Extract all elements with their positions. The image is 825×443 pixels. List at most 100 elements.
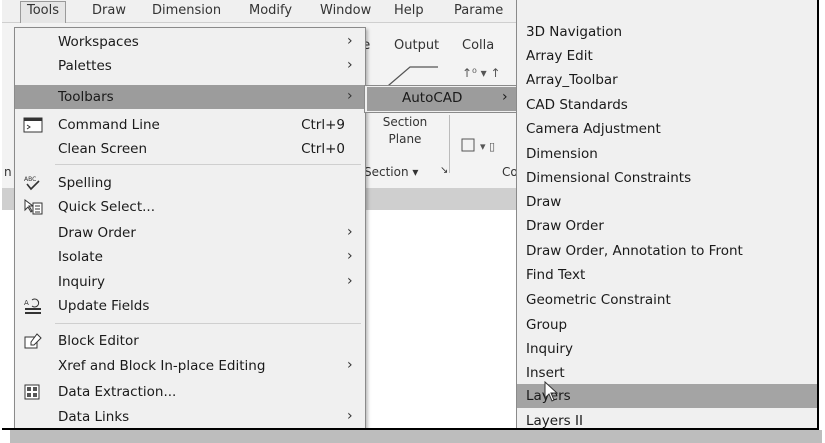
toolbar-item-3d-navigation[interactable]: 3D Navigation: [517, 20, 817, 44]
toolbar-item-label: Geometric Constraint: [526, 292, 671, 308]
menu-item-label: Command Line: [58, 117, 160, 133]
ribbon-left-fragment: n: [4, 165, 12, 179]
menu-item-toolbars[interactable]: Toolbars ›: [15, 85, 365, 109]
toolbar-item-label: Layers II: [526, 413, 583, 429]
ribbon-tab-collaborate[interactable]: Colla: [462, 38, 494, 53]
toolbar-item-insert[interactable]: Insert: [517, 361, 817, 385]
block-editor-icon: [24, 333, 42, 349]
menu-item-palettes[interactable]: Palettes ›: [15, 54, 365, 78]
menu-item-label: Palettes: [58, 58, 112, 74]
menu-item-label: Draw Order: [58, 225, 136, 241]
ribbon-tool-icon-2[interactable]: ▾ ▯: [460, 135, 510, 157]
menu-tools[interactable]: Tools: [20, 1, 67, 23]
menu-item-label: Data Extraction...: [58, 384, 177, 400]
menu-divider: [55, 164, 361, 165]
menu-item-label: AutoCAD: [402, 90, 463, 106]
section-panel-label[interactable]: Section ▾: [364, 165, 418, 179]
screenshot-frame: Tools Draw Dimension Modify Window Help …: [2, 0, 819, 430]
svg-text:▾ ▯: ▾ ▯: [480, 140, 495, 153]
toolbar-item-draw[interactable]: Draw: [517, 190, 817, 214]
menu-modify[interactable]: Modify: [249, 2, 292, 20]
toolbar-item-layers-ii[interactable]: Layers II: [517, 409, 817, 429]
menu-help[interactable]: Help: [394, 2, 424, 20]
menu-bar: Tools Draw Dimension Modify Window Help …: [2, 0, 522, 23]
svg-text:A: A: [24, 299, 29, 307]
section-plane-label-1[interactable]: Section: [370, 115, 440, 129]
toolbar-item-label: Dimensional Constraints: [526, 170, 692, 186]
menu-item-label: Inquiry: [58, 274, 105, 290]
toolbar-item-layers[interactable]: Layers: [517, 384, 817, 408]
shortcut-label: Ctrl+0: [301, 141, 345, 157]
update-fields-icon: A: [24, 298, 41, 314]
toolbar-item-array-toolbar[interactable]: Array_Toolbar: [517, 68, 817, 92]
menu-item-draw-order[interactable]: Draw Order ›: [15, 221, 365, 245]
menu-item-data-links[interactable]: Data Links ›: [15, 405, 365, 428]
toolbar-item-label: CAD Standards: [526, 97, 628, 113]
menu-item-spelling[interactable]: ABC Spelling: [15, 171, 365, 195]
tools-menu: Workspaces › Palettes › Toolbars › Comma…: [14, 27, 366, 428]
chevron-right-icon: ›: [347, 224, 353, 240]
toolbar-item-label: Draw: [526, 194, 562, 210]
panel-launcher-icon[interactable]: ↘: [440, 165, 448, 176]
menu-item-block-editor[interactable]: Block Editor: [15, 329, 365, 353]
svg-text:ABC: ABC: [24, 176, 36, 183]
menu-item-label: Clean Screen: [58, 141, 148, 157]
toolbar-item-draw-order[interactable]: Draw Order: [517, 214, 817, 238]
menu-item-workspaces[interactable]: Workspaces ›: [15, 30, 365, 54]
chevron-right-icon: ›: [347, 88, 353, 104]
toolbars-submenu: AutoCAD ›: [364, 85, 520, 113]
menu-item-label: Spelling: [58, 175, 112, 191]
toolbar-item-group[interactable]: Group: [517, 313, 817, 337]
toolbar-item-label: Array Edit: [526, 48, 593, 64]
ribbon-tool-icon[interactable]: ↑⁰ ▾ ↑: [460, 63, 510, 87]
section-plane-label-2[interactable]: Plane: [370, 132, 440, 146]
menu-item-clean-screen[interactable]: Clean Screen Ctrl+0: [15, 137, 365, 161]
menu-item-label: Quick Select...: [58, 199, 155, 215]
toolbar-item-label: Draw Order, Annotation to Front: [526, 243, 743, 259]
chevron-right-icon: ›: [347, 33, 353, 49]
toolbar-item-label: Dimension: [526, 146, 598, 162]
menu-item-xref-block-editing[interactable]: Xref and Block In-place Editing ›: [15, 354, 365, 378]
autocad-toolbars-submenu: 3D Navigation Array Edit Array_Toolbar C…: [516, 0, 817, 429]
toolbar-item-find-text[interactable]: Find Text: [517, 263, 817, 287]
menu-item-label: Block Editor: [58, 333, 139, 349]
chevron-right-icon: ›: [347, 273, 353, 289]
toolbar-item-label: Insert: [526, 365, 565, 381]
toolbar-item-draw-order-annotation[interactable]: Draw Order, Annotation to Front: [517, 239, 817, 263]
menu-draw[interactable]: Draw: [92, 2, 126, 20]
toolbar-item-dimensional-constraints[interactable]: Dimensional Constraints: [517, 166, 817, 190]
menu-divider: [55, 323, 361, 324]
command-line-icon: [23, 117, 43, 133]
ribbon-tab-output[interactable]: Output: [394, 38, 439, 53]
menu-item-label: Update Fields: [58, 298, 150, 314]
menu-item-label: Xref and Block In-place Editing: [58, 358, 266, 374]
chevron-right-icon: ›: [347, 57, 353, 73]
toolbar-item-label: Group: [526, 317, 568, 333]
toolbar-item-camera-adjustment[interactable]: Camera Adjustment: [517, 117, 817, 141]
menu-item-isolate[interactable]: Isolate ›: [15, 245, 365, 269]
menu-item-inquiry[interactable]: Inquiry ›: [15, 270, 365, 294]
chevron-right-icon: ›: [347, 357, 353, 373]
toolbar-item-cad-standards[interactable]: CAD Standards: [517, 93, 817, 117]
menu-item-command-line[interactable]: Command Line Ctrl+9: [15, 113, 365, 137]
toolbar-item-array-edit[interactable]: Array Edit: [517, 44, 817, 68]
menu-item-update-fields[interactable]: A Update Fields: [15, 294, 365, 318]
mouse-cursor-icon: [544, 381, 559, 402]
menu-item-quick-select[interactable]: Quick Select...: [15, 195, 365, 219]
window-shadow: [10, 430, 822, 443]
quick-select-icon: [24, 199, 43, 215]
toolbar-item-inquiry[interactable]: Inquiry: [517, 337, 817, 361]
toolbar-item-label: Draw Order: [526, 218, 604, 234]
menu-parameters[interactable]: Parame: [454, 2, 503, 20]
chevron-right-icon: ›: [502, 89, 508, 105]
menu-item-label: Isolate: [58, 249, 103, 265]
menu-dimension[interactable]: Dimension: [152, 2, 221, 20]
menu-window[interactable]: Window: [320, 2, 371, 20]
menu-item-label: Data Links: [58, 409, 130, 425]
toolbar-item-geometric-constraint[interactable]: Geometric Constraint: [517, 288, 817, 312]
menu-item-label: Toolbars: [58, 89, 114, 105]
toolbar-item-label: Camera Adjustment: [526, 121, 661, 137]
toolbar-item-dimension[interactable]: Dimension: [517, 142, 817, 166]
menu-item-data-extraction[interactable]: Data Extraction...: [15, 380, 365, 404]
toolbar-item-label: Inquiry: [526, 341, 573, 357]
